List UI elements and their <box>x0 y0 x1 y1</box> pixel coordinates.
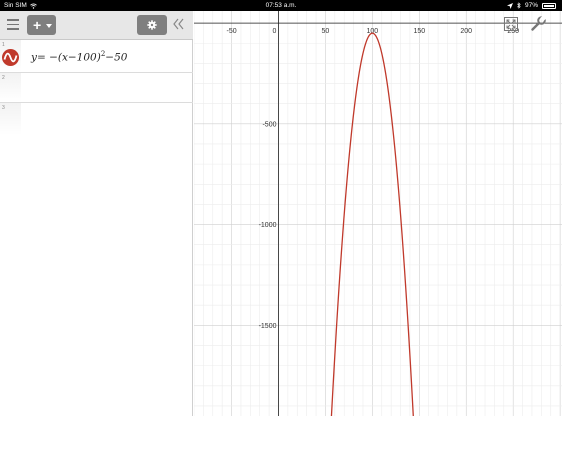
formula-tail: −50 <box>105 51 128 64</box>
wrench-icon <box>531 16 546 31</box>
battery-percent: 97% <box>524 2 538 9</box>
x-tick-label: -50 <box>226 28 236 35</box>
x-tick-label: 50 <box>322 28 330 35</box>
gear-icon <box>147 20 157 30</box>
bluetooth-icon <box>517 2 521 9</box>
add-expression-button[interactable]: + <box>27 15 56 35</box>
location-arrow-icon <box>506 2 513 9</box>
expression-panel: + 1 y= −(x−100)2−50 2 3 <box>0 11 193 416</box>
x-tick-label: 0 <box>273 28 277 35</box>
zoom-fit-button[interactable] <box>504 17 518 31</box>
expression-formula[interactable]: y= −(x−100)2−50 <box>31 50 127 64</box>
expression-row-3[interactable]: 3 <box>0 103 193 135</box>
x-tick-label: 200 <box>460 28 472 35</box>
expression-row-1[interactable]: 1 y= −(x−100)2−50 <box>0 40 193 73</box>
double-chevron-left-icon <box>173 18 184 30</box>
x-tick-label: 150 <box>413 28 425 35</box>
hamburger-menu-icon[interactable] <box>7 19 19 31</box>
status-right: 97% <box>506 0 556 11</box>
add-label: + <box>33 17 42 33</box>
status-bar: Sin SIM 07:53 a.m. 97% <box>0 0 562 11</box>
clock: 07:53 a.m. <box>265 2 297 9</box>
graph-plot[interactable]: -50 0 50 100 150 200 250-500-1000-1500 <box>194 11 562 416</box>
y-tick-label: -1500 <box>259 323 277 330</box>
expression-toolbar: + <box>0 11 193 40</box>
y-tick-label: -500 <box>262 121 276 128</box>
y-tick-label: -1000 <box>259 222 277 229</box>
formula-body: = −(x−100) <box>36 51 101 64</box>
collapse-panel-button[interactable] <box>172 17 186 31</box>
zoom-fit-icon <box>504 17 518 31</box>
expression-row-2[interactable]: 2 <box>0 73 193 103</box>
expression-index: 3 <box>0 103 21 135</box>
battery-icon <box>542 2 556 9</box>
graph-canvas[interactable]: -50 0 50 100 150 200 250 -500 -1000 -1500 <box>194 11 562 416</box>
sine-wave-icon <box>3 52 18 63</box>
caret-down-icon <box>46 24 52 28</box>
graph-settings-button[interactable] <box>531 16 546 31</box>
settings-button[interactable] <box>137 15 167 35</box>
graph-color-icon[interactable] <box>2 49 19 66</box>
expression-index: 2 <box>0 73 21 102</box>
x-tick-label: 100 <box>367 28 379 35</box>
